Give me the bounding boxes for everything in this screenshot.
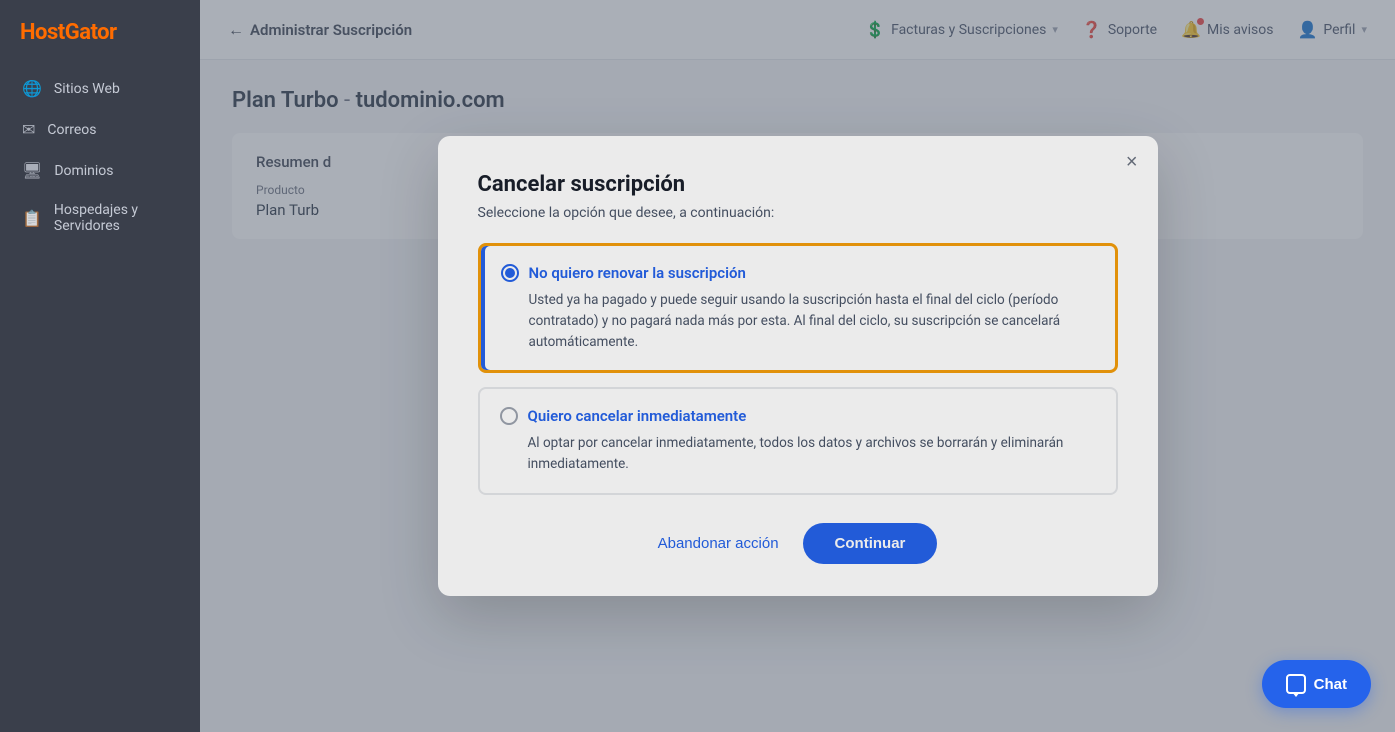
main-content: ← Administrar Suscripción 💲 Facturas y S… (200, 0, 1395, 732)
option2-title: Quiero cancelar inmediatamente (528, 407, 747, 425)
monitor-icon: 🖥 (22, 161, 42, 180)
modal-close-button[interactable]: × (1126, 152, 1138, 172)
sidebar-item-hospedajes[interactable]: 📋 Hospedajes y Servidores (8, 192, 192, 244)
sidebar: HostGator 🌐 Sitios Web ✉ Correos 🖥 Domin… (0, 0, 200, 732)
brand-name-part2: Gator (65, 20, 117, 45)
modal-subtitle: Seleccione la opción que desee, a contin… (478, 205, 1118, 221)
option1-header: No quiero renovar la suscripción (501, 264, 1095, 282)
abandon-button[interactable]: Abandonar acción (658, 535, 779, 552)
mail-icon: ✉ (22, 120, 35, 139)
chat-label: Chat (1314, 676, 1347, 693)
sidebar-nav: 🌐 Sitios Web ✉ Correos 🖥 Dominios 📋 Hosp… (0, 69, 200, 244)
sidebar-item-label: Dominios (54, 163, 113, 179)
option-card-no-renovar[interactable]: No quiero renovar la suscripción Usted y… (478, 243, 1118, 374)
modal-wrapper: × Cancelar suscripción Seleccione la opc… (200, 0, 1395, 732)
chat-icon (1286, 674, 1306, 694)
sidebar-item-label: Correos (47, 122, 96, 138)
option-card-cancelar-inmediato[interactable]: Quiero cancelar inmediatamente Al optar … (478, 387, 1118, 495)
brand-name-part1: Host (20, 20, 65, 45)
option2-description: Al optar por cancelar inmediatamente, to… (500, 433, 1096, 475)
modal-title: Cancelar suscripción (478, 172, 1118, 197)
option2-header: Quiero cancelar inmediatamente (500, 407, 1096, 425)
sidebar-item-dominios[interactable]: 🖥 Dominios (8, 151, 192, 190)
chat-button[interactable]: Chat (1262, 660, 1371, 708)
cancel-subscription-modal: × Cancelar suscripción Seleccione la opc… (438, 136, 1158, 597)
sidebar-item-sitios-web[interactable]: 🌐 Sitios Web (8, 69, 192, 108)
sidebar-item-correos[interactable]: ✉ Correos (8, 110, 192, 149)
option1-description: Usted ya ha pagado y puede seguir usando… (501, 290, 1095, 353)
modal-footer: Abandonar acción Continuar (478, 523, 1118, 564)
option1-title: No quiero renovar la suscripción (529, 264, 746, 282)
server-icon: 📋 (22, 209, 42, 228)
brand-logo: HostGator (0, 0, 200, 69)
radio-option1 (501, 264, 519, 282)
sidebar-item-label: Hospedajes y Servidores (54, 202, 178, 234)
continue-button[interactable]: Continuar (803, 523, 938, 564)
sidebar-item-label: Sitios Web (54, 81, 120, 97)
radio-option2 (500, 407, 518, 425)
globe-icon: 🌐 (22, 79, 42, 98)
